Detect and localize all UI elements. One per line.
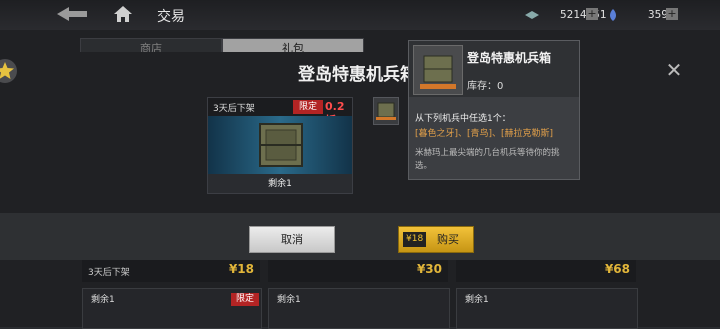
buy-button[interactable]: ¥18 购买 xyxy=(398,226,474,253)
buy-price-label: ¥18 xyxy=(403,232,427,247)
grid-price: ¥68 xyxy=(604,262,630,276)
grid-price: ¥18 xyxy=(228,262,254,276)
mini-crate-icon xyxy=(376,102,396,120)
item-tooltip: 登岛特惠机兵箱 库存：0 从下列机兵中任选1个： [暮色之牙]、[青鸟]、[赫拉… xyxy=(408,40,580,180)
grid-remaining-label: 剩余1 xyxy=(91,295,115,305)
grid-remaining-label: 剩余1 xyxy=(277,295,301,305)
home-icon[interactable] xyxy=(113,5,133,23)
grid-price-row: ¥68 xyxy=(456,260,636,282)
tooltip-stock: 库存：0 xyxy=(467,81,504,92)
card-remaining-label: 剩余1 xyxy=(268,179,292,189)
page-title: 交易 xyxy=(157,9,185,25)
grid-price: ¥30 xyxy=(416,262,442,276)
buy-label: 购买 xyxy=(437,233,459,246)
grid-time-label: 3天后下架 xyxy=(88,268,130,278)
tooltip-description: 米赫玛上最尖端的几台机兵等待你的挑选。 xyxy=(415,148,560,171)
currency-b-add-button[interactable]: + xyxy=(666,8,678,20)
grid-item[interactable]: 剩余1 xyxy=(456,288,638,329)
grid-limited-badge: 限定 xyxy=(231,293,259,306)
mini-crate-thumbnail[interactable] xyxy=(373,97,399,125)
tooltip-header: 登岛特惠机兵箱 库存：0 xyxy=(409,41,579,97)
back-arrow-icon[interactable] xyxy=(55,6,89,22)
currency-a-amount: 5214151 xyxy=(560,8,607,21)
star-icon xyxy=(0,59,17,83)
grid-remaining-label: 剩余1 xyxy=(465,295,489,305)
dialog-title: 登岛特惠机兵箱 xyxy=(298,65,417,85)
dialog-button-bar xyxy=(0,213,720,260)
top-bar: 交易 5214151 + 3591 + xyxy=(0,0,720,30)
tooltip-item-name: 登岛特惠机兵箱 xyxy=(467,51,552,65)
grid-price-row: 3天后下架 ¥18 xyxy=(82,260,260,282)
item-card[interactable]: 3天后下架 限定 0.2折 剩余1 xyxy=(207,97,353,194)
close-icon[interactable]: ✕ xyxy=(664,60,684,80)
limited-badge: 限定 xyxy=(293,100,323,114)
discount-badge: 0.2折 xyxy=(325,100,345,127)
currency-b-icon xyxy=(610,9,616,21)
card-time-label: 3天后下架 xyxy=(213,104,255,114)
tooltip-item-list: [暮色之牙]、[青鸟]、[赫拉克勒斯] xyxy=(415,129,554,139)
grid-item[interactable]: 剩余1 限定 xyxy=(82,288,262,329)
grid-price-row: ¥30 xyxy=(268,260,448,282)
card-header: 3天后下架 限定 0.2折 xyxy=(208,98,352,127)
currency-a-icon xyxy=(525,11,539,19)
crate-image xyxy=(208,116,352,174)
crate-icon xyxy=(259,123,303,167)
tooltip-crate-icon xyxy=(413,45,463,95)
grid-item[interactable]: 剩余1 xyxy=(268,288,450,329)
cancel-button[interactable]: 取消 xyxy=(249,226,335,253)
currency-a-add-button[interactable]: + xyxy=(586,8,598,20)
tooltip-intro: 从下列机兵中任选1个： xyxy=(415,114,511,124)
